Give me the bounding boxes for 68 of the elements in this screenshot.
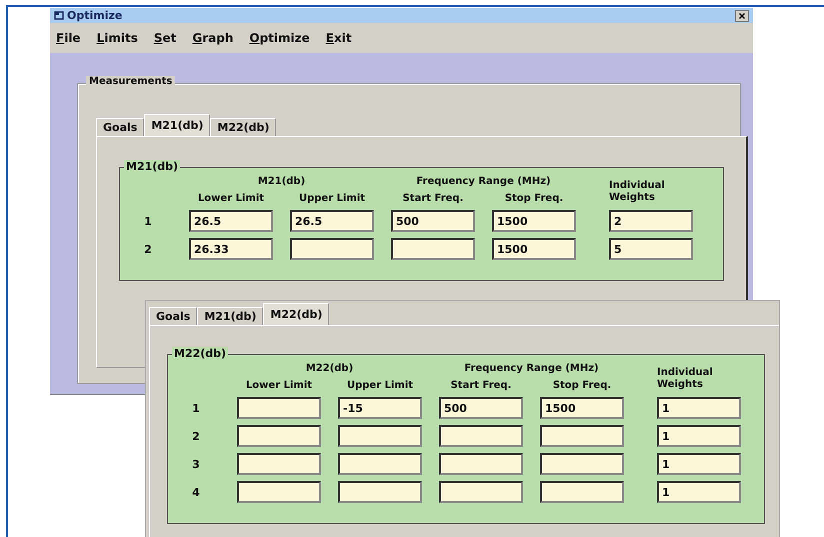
tab[interactable]: M21(db) <box>144 114 210 136</box>
row-number: 3 <box>191 458 201 470</box>
close-icon[interactable] <box>735 10 749 22</box>
input-field[interactable] <box>338 425 422 447</box>
input-field[interactable] <box>237 453 321 475</box>
input-field[interactable]: 500 <box>391 210 475 232</box>
group-title: Measurements <box>86 76 176 87</box>
menu-item[interactable]: Graph <box>192 31 234 45</box>
input-field[interactable]: 26.5 <box>290 210 374 232</box>
tab[interactable]: M22(db) <box>263 303 330 325</box>
menu-item[interactable]: File <box>56 31 81 45</box>
column-group-heading: Frequency Range (MHz) <box>415 176 552 187</box>
row-number: 2 <box>191 430 201 442</box>
input-field[interactable]: 1500 <box>492 238 576 260</box>
input-field[interactable] <box>439 425 523 447</box>
input-field[interactable]: 1 <box>657 453 741 475</box>
input-field[interactable]: 26.5 <box>189 210 273 232</box>
input-field[interactable] <box>540 481 624 503</box>
column-heading: Lower Limit <box>244 380 314 391</box>
column-group-heading: Frequency Range (MHz) <box>463 363 600 374</box>
input-field[interactable] <box>540 453 624 475</box>
tab[interactable]: Goals <box>96 118 144 136</box>
column-heading: Lower Limit <box>196 193 266 204</box>
tab[interactable]: M21(db) <box>197 307 264 325</box>
row-number: 1 <box>191 402 201 414</box>
menu-item[interactable]: Optimize <box>249 31 310 45</box>
row-number: 2 <box>143 242 153 256</box>
column-group-heading: M22(db) <box>304 363 354 374</box>
column-heading: Start Freq. <box>450 380 512 391</box>
input-field[interactable] <box>338 481 422 503</box>
group-title: M22(db) <box>172 347 228 360</box>
input-field[interactable] <box>290 238 374 260</box>
menu-item[interactable]: Exit <box>326 31 352 45</box>
input-field[interactable]: 500 <box>439 397 523 419</box>
input-field[interactable] <box>338 453 422 475</box>
column-heading: Stop Freq. <box>504 193 564 204</box>
input-field[interactable] <box>439 481 523 503</box>
column-heading: Upper Limit <box>346 380 414 391</box>
row-number: 4 <box>191 486 201 498</box>
input-field[interactable]: 1 <box>657 397 741 419</box>
tab[interactable]: M22(db) <box>210 118 276 136</box>
input-field[interactable] <box>540 425 624 447</box>
column-heading: Upper Limit <box>298 193 366 204</box>
window-icon <box>54 11 64 20</box>
input-field[interactable]: 1500 <box>492 210 576 232</box>
input-field[interactable]: 2 <box>609 210 693 232</box>
input-field[interactable] <box>237 425 321 447</box>
window-title: Optimize <box>67 9 124 22</box>
menu-item[interactable]: Limits <box>96 31 138 45</box>
group-title: M21(db) <box>124 160 180 173</box>
tab[interactable]: Goals <box>149 307 198 325</box>
input-field[interactable]: 26.33 <box>189 238 273 260</box>
column-heading: Stop Freq. <box>552 380 612 391</box>
input-field[interactable]: 5 <box>609 238 693 260</box>
column-heading: Individual Weights <box>657 367 714 391</box>
input-field[interactable]: -15 <box>338 397 422 419</box>
input-field[interactable] <box>237 397 321 419</box>
column-heading: Start Freq. <box>402 193 464 204</box>
column-heading: Individual Weights <box>609 180 666 204</box>
input-field[interactable]: 1 <box>657 481 741 503</box>
column-group-heading: M21(db) <box>256 176 306 187</box>
input-field[interactable]: 1500 <box>540 397 624 419</box>
menu-item[interactable]: Set <box>154 31 176 45</box>
input-field[interactable] <box>237 481 321 503</box>
input-field[interactable] <box>391 238 475 260</box>
input-field[interactable]: 1 <box>657 425 741 447</box>
row-number: 1 <box>143 214 153 228</box>
input-field[interactable] <box>439 453 523 475</box>
